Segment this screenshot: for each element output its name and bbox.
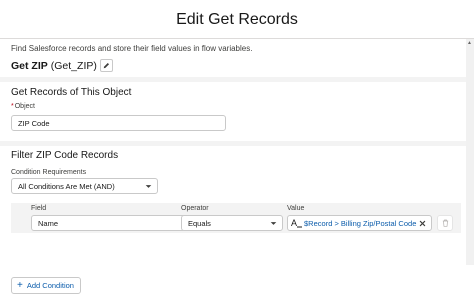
- field-input-value: Name: [38, 218, 59, 228]
- object-input[interactable]: ZIP Code: [11, 115, 226, 131]
- delete-condition-button[interactable]: [437, 215, 453, 231]
- object-label-text: Object: [14, 103, 35, 110]
- value-label: Value: [287, 205, 305, 212]
- required-marker: *: [11, 103, 14, 110]
- pencil-icon: [103, 62, 109, 69]
- filter-section-title: Filter ZIP Code Records: [11, 150, 119, 161]
- condition-requirements-value: All Conditions Are Met (AND): [18, 181, 115, 191]
- value-pill: $Record > Billing Zip/Postal Code: [304, 218, 417, 228]
- plus-icon: +: [17, 279, 23, 291]
- chevron-down-icon: [270, 222, 277, 225]
- filter-section: Filter ZIP Code Records Condition Requir…: [0, 146, 466, 294]
- element-description: Find Salesforce records and store their …: [11, 44, 253, 53]
- clear-value-button[interactable]: [419, 220, 426, 227]
- condition-requirements-label: Condition Requirements: [11, 169, 87, 176]
- element-info-panel: Find Salesforce records and store their …: [0, 39, 466, 77]
- object-input-value: ZIP Code: [18, 118, 50, 128]
- element-title: Get ZIP (Get_ZIP): [11, 59, 113, 72]
- add-condition-label: Add Condition: [26, 281, 74, 290]
- modal-title: Edit Get Records: [176, 11, 298, 28]
- text-type-icon: A: [291, 218, 303, 228]
- element-api-name: (Get_ZIP): [50, 59, 97, 72]
- close-icon: [420, 220, 426, 226]
- condition-requirements-select[interactable]: All Conditions Are Met (AND): [11, 178, 158, 194]
- trash-icon: [442, 219, 448, 227]
- text-type-underline: [297, 226, 303, 227]
- modal-body: Find Salesforce records and store their …: [0, 39, 474, 294]
- field-input[interactable]: Name: [31, 215, 186, 231]
- object-section-title: Get Records of This Object: [11, 87, 132, 98]
- condition-row: Field Name Operator Equals Value A $Reco…: [11, 203, 461, 233]
- chevron-down-icon: [145, 185, 152, 188]
- modal-header: Edit Get Records: [0, 0, 474, 39]
- operator-label: Operator: [181, 205, 209, 212]
- edit-element-button[interactable]: [99, 59, 113, 72]
- add-condition-button[interactable]: + Add Condition: [11, 277, 81, 294]
- operator-select[interactable]: Equals: [181, 215, 283, 231]
- scrollbar[interactable]: ▲: [466, 39, 474, 265]
- object-section: Get Records of This Object *Object ZIP C…: [0, 82, 466, 141]
- element-label: Get ZIP: [11, 59, 48, 72]
- field-label: Field: [31, 205, 47, 212]
- value-input[interactable]: A $Record > Billing Zip/Postal Code: [287, 215, 432, 231]
- operator-value: Equals: [188, 218, 211, 228]
- scroll-up-arrow[interactable]: ▲: [467, 40, 472, 46]
- object-field-label: *Object: [11, 103, 35, 110]
